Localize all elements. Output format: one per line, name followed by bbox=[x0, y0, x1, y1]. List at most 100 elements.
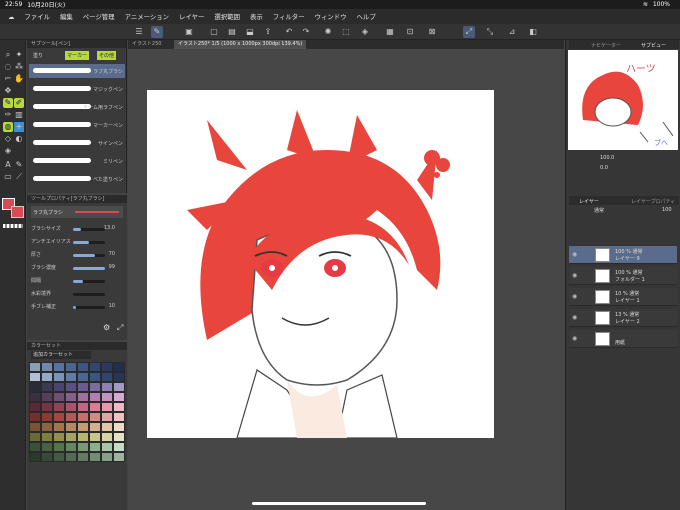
color-swatch[interactable] bbox=[29, 442, 41, 452]
tab-document-1[interactable]: イラスト250 bbox=[128, 40, 165, 49]
color-swatch[interactable] bbox=[101, 452, 113, 462]
expand-icon[interactable]: ⤢ bbox=[117, 323, 123, 333]
color-swatch[interactable] bbox=[41, 362, 53, 372]
ruler-icon[interactable]: ⟋ bbox=[14, 172, 24, 182]
color-swatch[interactable] bbox=[101, 362, 113, 372]
lasso-icon[interactable]: ◌ bbox=[3, 62, 13, 72]
color-swatch[interactable] bbox=[29, 372, 41, 382]
color-swatch[interactable] bbox=[29, 382, 41, 392]
color-swatch[interactable] bbox=[77, 452, 89, 462]
color-swatch[interactable] bbox=[53, 402, 65, 412]
color-swatch[interactable] bbox=[65, 392, 77, 402]
color-swatch[interactable] bbox=[29, 452, 41, 462]
ruler-snap-icon[interactable]: ⤢ bbox=[463, 26, 475, 38]
color-swatch[interactable] bbox=[65, 372, 77, 382]
property-row[interactable]: アンチエイリアス bbox=[31, 238, 123, 247]
gradient-icon[interactable]: ▥ bbox=[14, 110, 24, 120]
text-icon[interactable]: A bbox=[3, 160, 13, 170]
menu-item-4[interactable]: レイヤー bbox=[179, 12, 204, 21]
colorset-selector[interactable]: 追加カラーセット bbox=[31, 351, 91, 359]
color-swatch[interactable] bbox=[65, 452, 77, 462]
sub-color-swatch[interactable] bbox=[11, 206, 24, 218]
color-swatch[interactable] bbox=[89, 372, 101, 382]
color-swatch[interactable] bbox=[77, 382, 89, 392]
color-swatch[interactable] bbox=[77, 422, 89, 432]
color-swatch[interactable] bbox=[41, 392, 53, 402]
brush-item[interactable]: ラフ丸ブラシ bbox=[29, 64, 125, 78]
tab-layer-property[interactable]: レイヤープロパティ bbox=[631, 198, 675, 205]
color-swatch[interactable] bbox=[101, 412, 113, 422]
property-slider[interactable] bbox=[73, 267, 105, 270]
color-swatch[interactable] bbox=[89, 452, 101, 462]
sparkle-icon[interactable]: ✦ bbox=[14, 50, 24, 60]
save-icon[interactable]: ⬓ bbox=[244, 26, 256, 38]
color-swatch[interactable] bbox=[113, 382, 125, 392]
color-swatch[interactable] bbox=[77, 442, 89, 452]
color-swatch[interactable] bbox=[29, 412, 41, 422]
transparent-color-icon[interactable] bbox=[3, 224, 23, 228]
color-swatch[interactable] bbox=[101, 382, 113, 392]
color-swatch[interactable] bbox=[53, 422, 65, 432]
hand-icon[interactable]: ✋ bbox=[14, 74, 24, 84]
color-swatch[interactable] bbox=[77, 372, 89, 382]
property-row[interactable]: 水彩境界 bbox=[31, 290, 123, 299]
color-swatch[interactable] bbox=[89, 442, 101, 452]
color-swatch[interactable] bbox=[89, 382, 101, 392]
color-swatch[interactable] bbox=[101, 392, 113, 402]
brush-icon[interactable]: ✑ bbox=[3, 110, 13, 120]
eye-icon[interactable]: ◉ bbox=[572, 293, 577, 300]
color-swatch[interactable] bbox=[101, 432, 113, 442]
move-icon[interactable]: ✥ bbox=[3, 86, 13, 96]
eye-icon[interactable]: ◉ bbox=[572, 272, 577, 279]
tab-other[interactable]: その他 bbox=[97, 51, 117, 60]
menu-item-3[interactable]: アニメーション bbox=[125, 12, 169, 21]
color-swatch[interactable] bbox=[113, 442, 125, 452]
balloon-icon[interactable]: ✎ bbox=[14, 160, 24, 170]
menu-item-7[interactable]: フィルター bbox=[273, 12, 305, 21]
drawing-canvas[interactable] bbox=[147, 90, 494, 438]
color-swatch[interactable] bbox=[77, 362, 89, 372]
tab-fill[interactable]: 塗り bbox=[33, 52, 43, 59]
eye-icon[interactable]: ◉ bbox=[572, 314, 577, 321]
menu-item-8[interactable]: ウィンドウ bbox=[315, 12, 347, 21]
settings-icon[interactable]: ⚙ bbox=[103, 323, 110, 332]
property-slider[interactable] bbox=[73, 228, 105, 231]
color-swatch[interactable] bbox=[53, 432, 65, 442]
color-swatch[interactable] bbox=[29, 432, 41, 442]
property-row[interactable]: 間隔 bbox=[31, 277, 123, 286]
layer-row[interactable]: ◉ 100 % 通常 フォルダー 1 bbox=[569, 267, 677, 285]
property-row[interactable]: 厚さ 70 bbox=[31, 251, 123, 260]
special-ruler-icon[interactable]: ⤡ bbox=[484, 26, 496, 38]
layer-opacity[interactable]: 100 bbox=[662, 207, 672, 213]
color-swatch[interactable] bbox=[89, 422, 101, 432]
eraser-icon[interactable]: ◇ bbox=[3, 134, 13, 144]
color-swatch[interactable] bbox=[53, 452, 65, 462]
eyedropper-icon[interactable]: ⌐ bbox=[3, 74, 13, 84]
color-swatch[interactable] bbox=[101, 372, 113, 382]
color-swatch[interactable] bbox=[65, 422, 77, 432]
menu-item-5[interactable]: 選択範囲 bbox=[214, 12, 240, 21]
redo-icon[interactable]: ↷ bbox=[300, 26, 312, 38]
tab-document-2[interactable]: イラスト250* 1/5 (1000 x 1000px 300dpi 139.4… bbox=[174, 40, 307, 49]
color-swatch[interactable] bbox=[65, 362, 77, 372]
color-swatch[interactable] bbox=[113, 392, 125, 402]
zoom-icon[interactable]: ⌕ bbox=[3, 50, 13, 60]
blend-icon[interactable]: ◐ bbox=[14, 134, 24, 144]
color-swatch[interactable] bbox=[53, 412, 65, 422]
color-swatch[interactable] bbox=[113, 452, 125, 462]
color-swatch[interactable] bbox=[89, 402, 101, 412]
color-swatch[interactable] bbox=[65, 402, 77, 412]
brush-item[interactable]: マジックペン bbox=[29, 82, 125, 96]
color-swatch[interactable] bbox=[41, 382, 53, 392]
color-swatch[interactable] bbox=[89, 412, 101, 422]
home-indicator[interactable] bbox=[252, 502, 426, 505]
open-icon[interactable]: ▤ bbox=[226, 26, 238, 38]
layer-row[interactable]: ◉ 100 % 通常 レイヤー 9 bbox=[569, 246, 677, 264]
color-swatch[interactable] bbox=[29, 402, 41, 412]
color-swatch[interactable] bbox=[113, 362, 125, 372]
color-swatch[interactable] bbox=[101, 422, 113, 432]
color-swatch[interactable] bbox=[89, 392, 101, 402]
property-slider[interactable] bbox=[73, 306, 105, 309]
color-swatch[interactable] bbox=[41, 402, 53, 412]
color-swatch[interactable] bbox=[101, 402, 113, 412]
